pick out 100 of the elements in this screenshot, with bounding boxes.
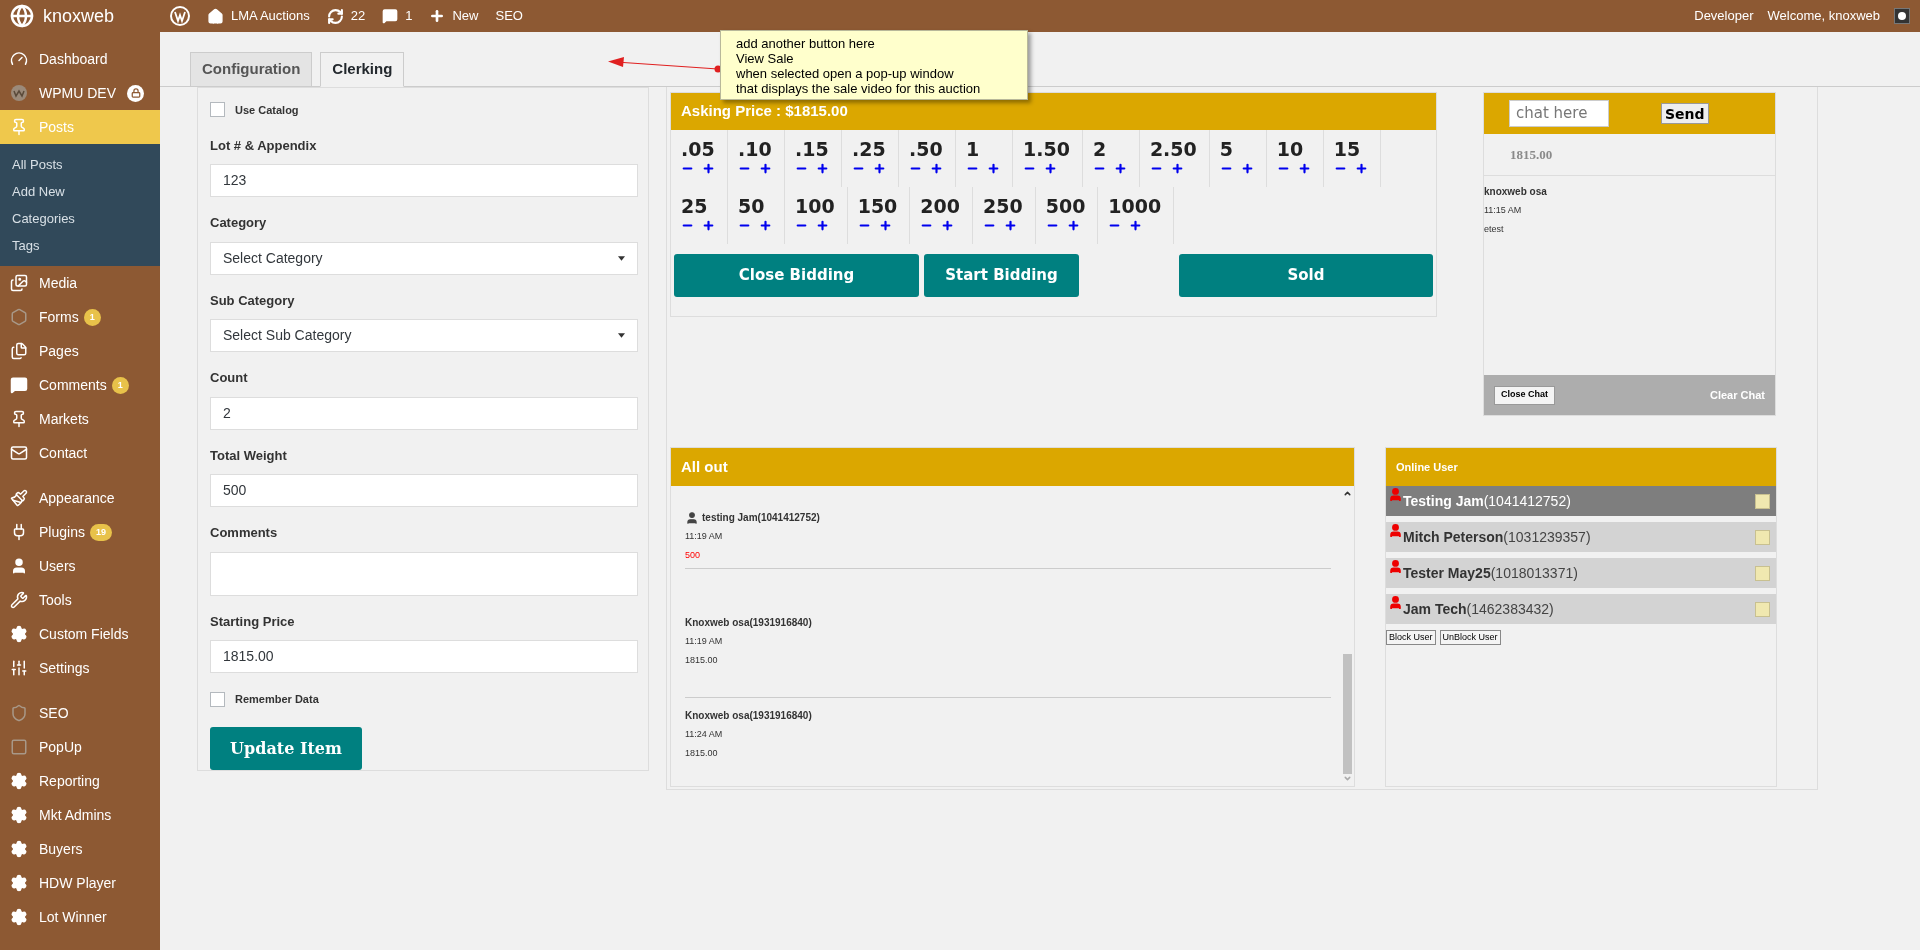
user-row[interactable]: Testing Jam(1041412752) [1386, 486, 1776, 516]
menu-link[interactable]: Welcome, knoxweb [1767, 6, 1880, 26]
plus-icon[interactable] [878, 219, 892, 232]
sidebar-item[interactable]: Buyers [0, 832, 160, 866]
plus-icon[interactable] [702, 219, 715, 232]
sidebar-item[interactable]: Contact [0, 436, 160, 470]
plus-icon[interactable] [1170, 162, 1184, 175]
toolbar-link[interactable]: LMA Auctions [207, 6, 310, 26]
menu-link[interactable]: Developer [1694, 6, 1754, 26]
note-line: View Sale [736, 51, 795, 66]
pin-icon [10, 410, 28, 428]
sidebar-item[interactable]: Pages [0, 334, 160, 368]
plus-icon[interactable] [941, 219, 955, 232]
user-id: (1031239357) [1503, 527, 1591, 547]
sidebar-item[interactable]: Mkt Admins [0, 798, 160, 832]
dashboard-icon [10, 50, 28, 68]
input-field[interactable]: 500 [210, 474, 638, 508]
sidebar-item[interactable]: HDW Player [0, 866, 160, 900]
submenu-item[interactable]: Add New [0, 178, 160, 205]
submenu-item[interactable]: Tags [0, 232, 160, 259]
menu-link[interactable]: SEO [495, 6, 523, 26]
submenu-item[interactable]: All Posts [0, 151, 160, 178]
window-icon [10, 738, 28, 756]
plus-icon[interactable] [1354, 162, 1368, 175]
chat-input[interactable]: chat here [1509, 100, 1609, 127]
tab[interactable]: Configuration [190, 52, 313, 87]
sidebar-item[interactable]: Users [0, 549, 160, 583]
sidebar-item[interactable]: WPMU DEV [0, 76, 160, 110]
plus-icon[interactable] [1004, 219, 1017, 232]
send-button[interactable]: Send [1661, 103, 1709, 124]
plus-icon[interactable] [702, 162, 715, 175]
select-field[interactable]: Select Sub Category [210, 319, 638, 353]
plus-icon[interactable] [1113, 162, 1127, 175]
user-action-button[interactable]: UnBlock User [1439, 630, 1501, 645]
update-item-button[interactable]: Update Item [210, 727, 362, 770]
sidebar-item[interactable]: Custom Fields [0, 617, 160, 651]
sidebar-item[interactable]: Media [0, 266, 160, 300]
sidebar-item[interactable]: Comments 1 [0, 368, 160, 402]
plus-icon[interactable] [816, 219, 829, 232]
scroll-up-icon[interactable] [1343, 489, 1352, 498]
bidding-button[interactable]: Start Bidding [924, 254, 1079, 297]
plus-icon[interactable] [930, 162, 943, 175]
toolbar-link[interactable]: 22 [326, 6, 366, 26]
plus-icon[interactable] [1297, 162, 1311, 175]
user-row[interactable]: Tester May25(1018013371) [1386, 558, 1776, 588]
increment-value: 1.50 [1023, 138, 1070, 160]
wrench-icon [10, 591, 28, 609]
plus-icon[interactable] [873, 162, 886, 175]
user-action-button[interactable]: Block User [1386, 630, 1436, 645]
bidding-button[interactable]: Sold [1179, 254, 1433, 297]
sidebar-item[interactable]: Markets [0, 402, 160, 436]
increment-value: 25 [681, 195, 709, 217]
sidebar-item[interactable]: Forms 1 [0, 300, 160, 334]
increment-value: 100 [795, 195, 835, 217]
select-field[interactable]: Select Category [210, 241, 638, 275]
bidding-button[interactable]: Close Bidding [674, 254, 919, 297]
submenu-item[interactable]: Categories [0, 205, 160, 232]
speech-bubble-icon [382, 8, 399, 24]
checkbox[interactable] [210, 691, 225, 707]
checkbox[interactable] [210, 102, 225, 118]
scroll-thumb[interactable] [1343, 654, 1352, 774]
gear-icon [10, 772, 28, 790]
tab[interactable]: Clerking [320, 52, 405, 87]
wordpress-logo-icon[interactable] [170, 6, 190, 26]
plus-icon[interactable] [1129, 219, 1143, 232]
sidebar-item[interactable]: Reporting [0, 764, 160, 798]
sidebar-item[interactable]: Dashboard [0, 42, 160, 76]
sidebar-item[interactable]: Settings [0, 651, 160, 685]
plus-icon[interactable] [1240, 162, 1254, 175]
close-chat-button[interactable]: Close Chat [1494, 385, 1555, 405]
sidebar-item[interactable]: SEO [0, 696, 160, 730]
sidebar-item[interactable]: Plugins 19 [0, 515, 160, 549]
increment-value: .15 [795, 138, 829, 160]
plus-icon[interactable] [759, 162, 772, 175]
checkbox[interactable] [1755, 565, 1770, 581]
chat-message: etest [1484, 222, 1505, 236]
user-row[interactable]: Jam Tech(1462383432) [1386, 594, 1776, 624]
sidebar-item[interactable]: Appearance [0, 481, 160, 515]
hexagon-icon [10, 308, 28, 326]
user-row[interactable]: Mitch Peterson(1031239357) [1386, 522, 1776, 552]
checkbox[interactable] [1755, 601, 1770, 617]
toolbar-link[interactable]: 1 [382, 6, 413, 26]
plus-icon[interactable] [987, 162, 1000, 175]
sidebar-item[interactable]: Tools [0, 583, 160, 617]
sidebar-item[interactable]: Lot Winner [0, 900, 160, 934]
plus-icon[interactable] [1044, 162, 1057, 175]
plus-icon[interactable] [1066, 219, 1080, 232]
checkbox[interactable] [1755, 493, 1770, 509]
site-logo-link[interactable]: knoxweb [0, 0, 160, 32]
input-field[interactable]: 123 [210, 164, 638, 198]
user-icon [10, 557, 28, 575]
checkbox[interactable] [1755, 529, 1770, 545]
toolbar-link[interactable]: New [429, 6, 479, 26]
plus-icon[interactable] [816, 162, 829, 175]
input-field[interactable]: 2 [210, 396, 638, 430]
input-field[interactable]: 1815.00 [210, 640, 638, 674]
plus-icon[interactable] [759, 219, 772, 232]
sidebar-item[interactable]: PopUp [0, 730, 160, 764]
speech-bubble-icon [10, 376, 28, 394]
avatar-icon[interactable] [1894, 8, 1910, 24]
